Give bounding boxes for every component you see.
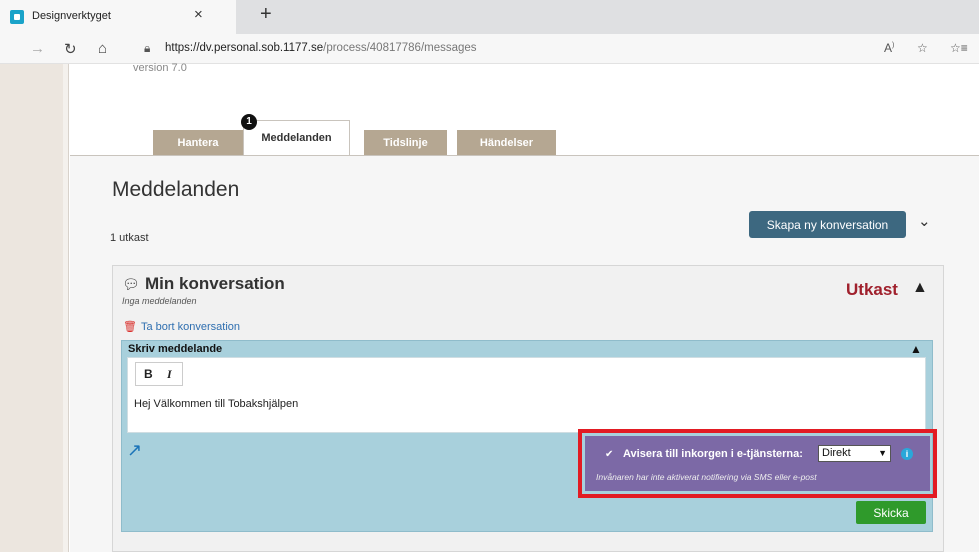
external-link-icon[interactable]: ↗ (127, 440, 142, 461)
checkmark-icon[interactable]: ✔ (605, 449, 613, 460)
notify-select[interactable]: Direkt ▼ (818, 445, 891, 462)
italic-button[interactable]: I (167, 367, 172, 382)
notify-selected-value: Direkt (822, 447, 851, 459)
dropdown-arrow-icon: ▼ (878, 448, 887, 458)
url-text: https://dv.personal.sob.1177.se/process/… (165, 42, 477, 54)
app-favicon-icon (10, 10, 24, 24)
delete-conversation-label: Ta bort konversation (140, 321, 241, 333)
message-editor[interactable] (127, 357, 926, 433)
url-field[interactable]: 🔒︎ https://dv.personal.sob.1177.se/proce… (132, 37, 832, 61)
address-bar: → ↻ ⌂ 🔒︎ https://dv.personal.sob.1177.se… (0, 34, 979, 64)
conversation-title: Min konversation (145, 274, 285, 293)
forward-icon[interactable]: → (30, 40, 45, 57)
conversation-subtitle: Inga meddelanden (122, 296, 197, 306)
compose-collapse-icon[interactable]: ▲ (910, 342, 922, 356)
chevron-down-icon[interactable]: ⌄ (918, 212, 931, 230)
page-border (63, 64, 69, 552)
editor-toolbar (135, 362, 183, 386)
read-aloud-icon[interactable]: A) (884, 41, 894, 55)
favorites-icon[interactable]: ☆ (917, 41, 928, 55)
new-tab-icon[interactable]: + (260, 3, 272, 26)
home-icon[interactable]: ⌂ (98, 40, 107, 57)
message-text[interactable]: Hej Välkommen till Tobakshjälpen (134, 398, 298, 410)
tab-meddelanden[interactable]: Meddelanden (243, 120, 350, 156)
notify-label: Avisera till inkorgen i e-tjänsterna: (623, 448, 803, 460)
refresh-icon[interactable]: ↻ (64, 40, 77, 58)
page-title: Meddelanden (112, 178, 240, 201)
url-host: https://dv.personal.sob.1177.se (165, 42, 324, 54)
lock-icon: 🔒︎ (144, 41, 151, 55)
status-label: Utkast (846, 280, 898, 299)
step-badge: 1 (241, 114, 257, 130)
browser-tab[interactable]: Designverktyget × (0, 0, 236, 34)
create-conversation-button[interactable]: Skapa ny konversation (749, 211, 906, 238)
collections-icon[interactable]: ☆≡ (950, 41, 968, 55)
chevron-up-icon[interactable]: ▲ (912, 279, 928, 297)
info-icon[interactable]: i (901, 448, 913, 460)
bold-button[interactable]: B (144, 367, 153, 381)
page-left-margin (0, 64, 63, 552)
close-tab-icon[interactable]: × (194, 6, 203, 23)
url-path: /process/40817786/messages (323, 42, 477, 54)
tab-handelser[interactable]: Händelser (457, 130, 556, 156)
browser-tab-title: Designverktyget (32, 10, 111, 22)
chat-bubbles-icon: 💬︎ (122, 276, 140, 292)
tab-hantera[interactable]: Hantera (153, 130, 243, 156)
notify-note: Invånaren har inte aktiverat notifiering… (596, 472, 817, 482)
trash-icon: 🗑︎ (123, 321, 137, 333)
delete-conversation-link[interactable]: 🗑︎ Ta bort konversation (123, 320, 240, 333)
send-button[interactable]: Skicka (856, 501, 926, 524)
draft-count: 1 utkast (110, 232, 149, 244)
version-text: version 7.0 (133, 62, 187, 74)
tab-tidslinje[interactable]: Tidslinje (364, 130, 447, 156)
compose-header: Skriv meddelande (128, 343, 223, 355)
